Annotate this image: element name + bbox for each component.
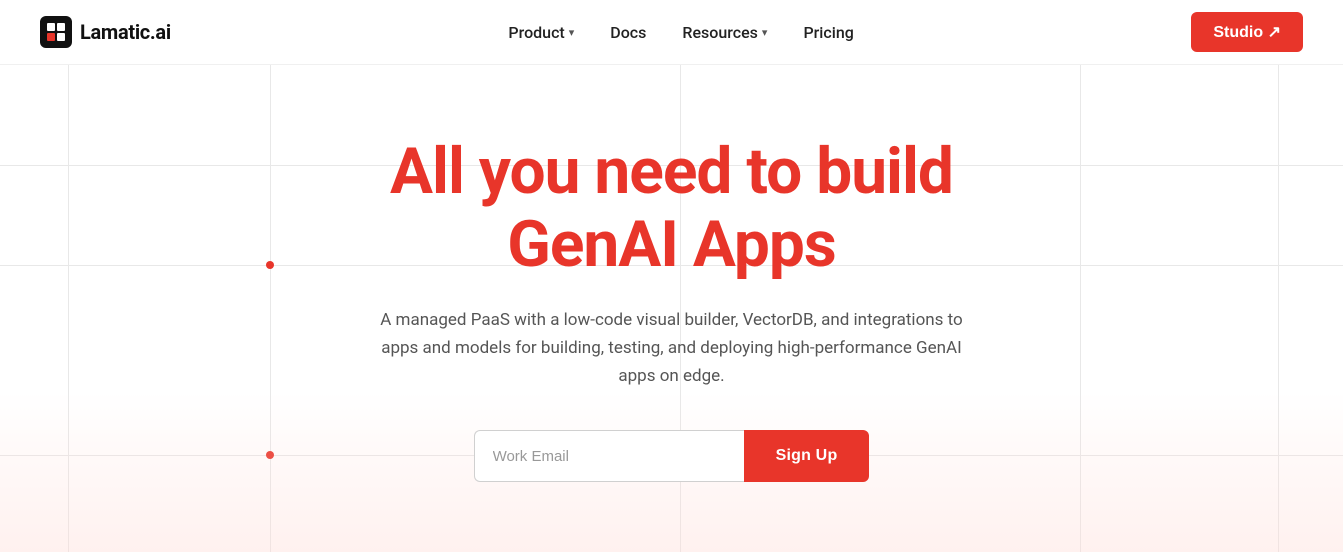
email-input[interactable] [474, 430, 744, 482]
grid-dot-1 [266, 261, 274, 269]
resources-chevron-icon: ▾ [762, 26, 768, 39]
logo-icon [40, 16, 72, 48]
hero-subtitle: A managed PaaS with a low-code visual bu… [362, 306, 982, 390]
hero-content: All you need to build GenAI Apps A manag… [342, 135, 1002, 482]
logo[interactable]: Lamatic.ai [40, 16, 171, 48]
nav-docs[interactable]: Docs [610, 23, 646, 42]
nav-links: Product ▾ Docs Resources ▾ Pricing [508, 23, 853, 42]
signup-form: Sign Up [362, 430, 982, 482]
nav-right: Studio ↗ [1191, 12, 1303, 52]
navbar: Lamatic.ai Product ▾ Docs Resources ▾ Pr… [0, 0, 1343, 65]
studio-button[interactable]: Studio ↗ [1191, 12, 1303, 52]
nav-resources[interactable]: Resources ▾ [682, 23, 767, 42]
logo-text: Lamatic.ai [80, 20, 171, 44]
grid-dot-2 [266, 451, 274, 459]
nav-pricing[interactable]: Pricing [803, 23, 853, 42]
hero-title: All you need to build GenAI Apps [362, 135, 982, 282]
signup-button[interactable]: Sign Up [744, 430, 870, 482]
hero-section: All you need to build GenAI Apps A manag… [0, 65, 1343, 552]
nav-product[interactable]: Product ▾ [508, 23, 574, 42]
product-chevron-icon: ▾ [569, 26, 575, 39]
